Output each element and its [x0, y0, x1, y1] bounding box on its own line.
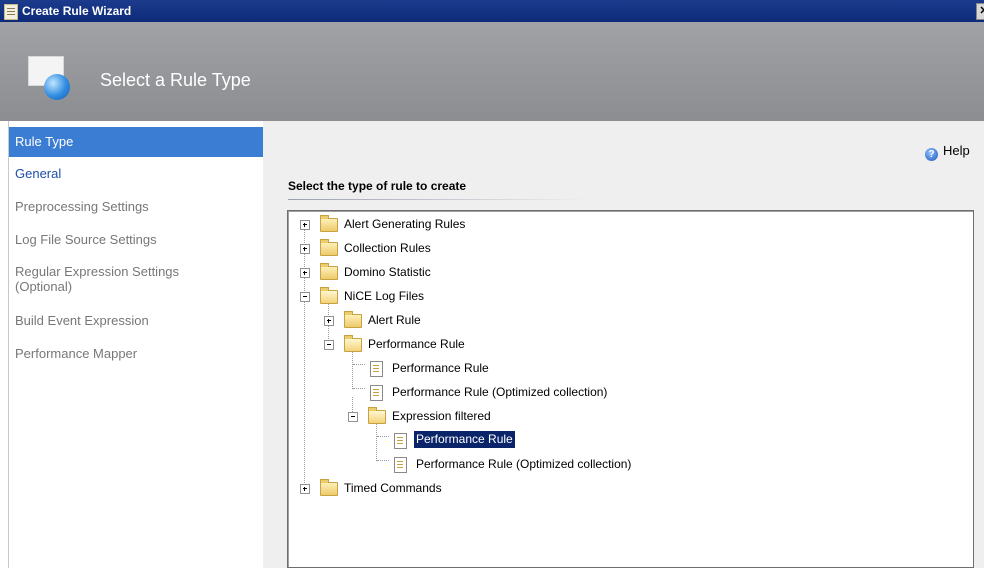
tree-node-performance-rule[interactable]: Performance Rule [288, 359, 888, 377]
page-title: Select a Rule Type [100, 70, 251, 90]
window-title: Create Rule Wizard [22, 4, 132, 18]
wizard-app-icon [4, 4, 18, 20]
folder-icon [320, 263, 338, 280]
expand-icon[interactable] [300, 268, 310, 278]
collapse-icon[interactable] [300, 292, 310, 302]
tree-node-label: Expression filtered [392, 409, 491, 423]
folder-icon [320, 239, 338, 256]
tree-node-label: Performance Rule [392, 361, 489, 375]
sidebar-item-regular-expression-settings: Regular Expression Settings (Optional) [15, 264, 180, 294]
tree-node-expression-filtered[interactable]: Expression filtered [288, 407, 888, 425]
help-link[interactable]: ? Help [925, 143, 970, 161]
tree-node-label: Performance Rule (Optimized collection) [416, 457, 632, 471]
help-label: Help [943, 143, 970, 158]
tree-node-label: Alert Generating Rules [344, 217, 466, 231]
open-folder-icon [320, 287, 338, 304]
sidebar-item-log-file-source-settings: Log File Source Settings [15, 232, 157, 247]
section-divider [288, 199, 588, 200]
tree-node-alert-generating-rules[interactable]: Alert Generating Rules [288, 215, 888, 233]
tree-node-expression-performance-rule-optimized[interactable]: Performance Rule (Optimized collection) [288, 455, 888, 473]
sidebar-item-performance-mapper: Performance Mapper [15, 346, 138, 361]
tree-node-label: NiCE Log Files [344, 289, 425, 303]
open-folder-icon [368, 407, 386, 424]
main-content-area: ? Help Select the type of rule to create … [263, 121, 984, 568]
wizard-header-banner: Select a Rule Type [0, 22, 984, 121]
help-icon: ? [925, 148, 938, 161]
tree-node-nice-log-files[interactable]: NiCE Log Files [288, 287, 888, 305]
tree-node-label: Collection Rules [344, 241, 431, 255]
rule-document-icon [394, 433, 407, 449]
sidebar-item-build-event-expression: Build Event Expression [15, 313, 149, 328]
expand-icon[interactable] [300, 484, 310, 494]
tree-node-expression-performance-rule[interactable]: Performance Rule [288, 431, 888, 449]
rule-type-tree[interactable]: Alert Generating Rules Collection Rules … [287, 210, 974, 568]
folder-icon [320, 215, 338, 232]
tree-node-performance-rule-folder[interactable]: Performance Rule [288, 335, 888, 353]
tree-node-alert-rule[interactable]: Alert Rule [288, 311, 888, 329]
folder-icon [344, 311, 362, 328]
tree-node-timed-commands[interactable]: Timed Commands [288, 479, 888, 497]
close-icon[interactable]: ✕ [976, 3, 984, 20]
window-titlebar: Create Rule Wizard ✕ [0, 0, 984, 22]
sidebar-item-general[interactable]: General [9, 166, 263, 181]
expand-icon[interactable] [324, 316, 334, 326]
tree-node-label: Alert Rule [368, 313, 421, 327]
expand-icon[interactable] [300, 220, 310, 230]
tree-node-collection-rules[interactable]: Collection Rules [288, 239, 888, 257]
tree-node-label: Timed Commands [344, 481, 442, 495]
sidebar-item-preprocessing-settings: Preprocessing Settings [15, 199, 149, 214]
rule-document-icon [394, 457, 407, 473]
rule-document-icon [370, 361, 383, 377]
rule-document-icon [370, 385, 383, 401]
folder-icon [320, 479, 338, 496]
rule-wizard-icon [28, 56, 72, 104]
expand-icon[interactable] [300, 244, 310, 254]
collapse-icon[interactable] [324, 340, 334, 350]
tree-node-label-selected: Performance Rule [414, 431, 515, 448]
tree-node-performance-rule-optimized[interactable]: Performance Rule (Optimized collection) [288, 383, 888, 401]
section-title: Select the type of rule to create [288, 179, 467, 193]
tree-node-label: Performance Rule [368, 337, 465, 351]
open-folder-icon [344, 335, 362, 352]
sidebar-item-rule-type[interactable]: Rule Type [9, 127, 263, 157]
collapse-icon[interactable] [348, 412, 358, 422]
tree-node-domino-statistic[interactable]: Domino Statistic [288, 263, 888, 281]
tree-node-label: Performance Rule (Optimized collection) [392, 385, 608, 399]
wizard-steps-sidebar: Rule Type General Preprocessing Settings… [8, 121, 264, 568]
tree-node-label: Domino Statistic [344, 265, 431, 279]
